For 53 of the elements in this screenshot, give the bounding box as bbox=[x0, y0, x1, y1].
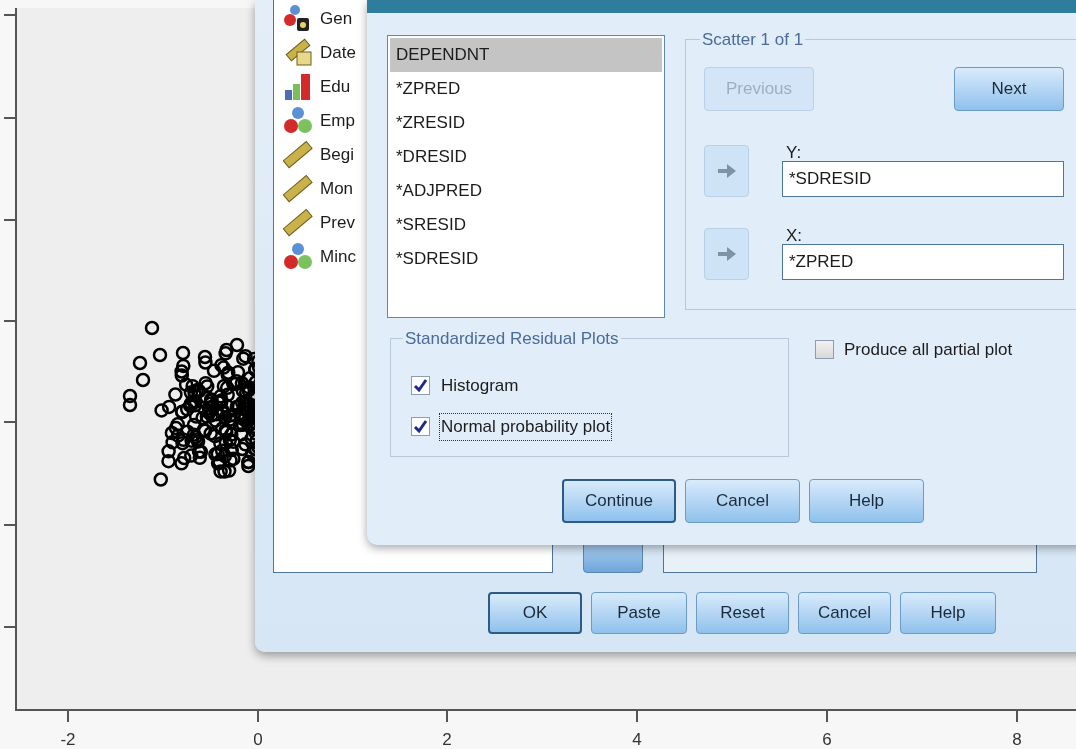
variable-type-icon bbox=[283, 72, 313, 102]
list-item[interactable]: Prev bbox=[320, 210, 355, 236]
checkbox-label[interactable]: Normal probability plot bbox=[439, 413, 613, 441]
dialog-button[interactable]: Help bbox=[809, 479, 924, 523]
checkbox[interactable] bbox=[411, 375, 430, 395]
dialog-button[interactable]: OK bbox=[488, 592, 582, 634]
axis-tick-label: 8 bbox=[1012, 730, 1022, 749]
checkbox[interactable] bbox=[815, 340, 834, 359]
dialog-button[interactable]: Continue bbox=[562, 479, 676, 523]
arrow-button[interactable] bbox=[583, 543, 643, 573]
nav-button[interactable]: Next bbox=[954, 66, 1064, 111]
list-item[interactable]: Mon bbox=[320, 176, 354, 202]
tick-mark bbox=[636, 709, 638, 723]
field-label: Y: bbox=[786, 143, 803, 161]
arrow-button[interactable] bbox=[704, 227, 749, 280]
checkbox[interactable] bbox=[411, 417, 430, 437]
tick-mark bbox=[446, 709, 448, 723]
arrow-icon bbox=[717, 163, 736, 178]
arrow-button[interactable] bbox=[704, 144, 749, 197]
arrow-icon bbox=[717, 246, 736, 261]
axis-tick-label: -2 bbox=[60, 730, 76, 749]
list-item[interactable]: Begi bbox=[320, 142, 355, 168]
dialog-button[interactable]: Reset bbox=[696, 592, 789, 634]
variable-type-icon bbox=[283, 38, 313, 68]
variable-type-icon bbox=[283, 242, 313, 272]
dialog-button[interactable]: Cancel bbox=[798, 592, 891, 634]
axis-tick-label: 2 bbox=[442, 730, 452, 749]
tick-mark bbox=[826, 709, 828, 723]
variable-box[interactable] bbox=[663, 545, 1037, 573]
list-item[interactable]: Edu bbox=[320, 74, 351, 100]
tick-mark bbox=[257, 709, 259, 723]
variable-list[interactable]: DEPENDNT *ZPRED *ZRESID *DRESID *ADJPRED *SRESID *SDRESID bbox=[387, 35, 665, 318]
variable-type-icon bbox=[283, 106, 313, 136]
checkbox-label[interactable]: Histogram bbox=[439, 371, 521, 399]
dialog-button[interactable]: Paste bbox=[591, 592, 687, 634]
dialog-button[interactable]: Cancel bbox=[685, 479, 800, 523]
input-field[interactable]: *SDRESID bbox=[782, 160, 1064, 197]
input-field[interactable]: *ZPRED bbox=[782, 243, 1064, 280]
list-item[interactable]: DEPENDNT bbox=[390, 38, 662, 72]
checkbox-label[interactable]: Produce all partial plot bbox=[844, 340, 1013, 359]
list-item[interactable]: Minc bbox=[320, 244, 356, 270]
list-item[interactable]: Gen bbox=[320, 6, 353, 32]
field-label: X: bbox=[786, 226, 804, 244]
axis-tick-label: 6 bbox=[822, 730, 832, 749]
tick-mark bbox=[67, 709, 69, 723]
axis-tick-label: 0 bbox=[253, 730, 263, 749]
group-title: Standardized Residual Plots bbox=[404, 328, 620, 350]
list-item[interactable]: Date bbox=[320, 40, 356, 66]
group-title: Scatter 1 of 1 bbox=[701, 29, 805, 51]
list-item[interactable]: Emp bbox=[320, 108, 355, 134]
axis-tick-label: 4 bbox=[632, 730, 642, 749]
dialog-button[interactable]: Help bbox=[900, 592, 996, 634]
tick-mark bbox=[1016, 709, 1018, 723]
